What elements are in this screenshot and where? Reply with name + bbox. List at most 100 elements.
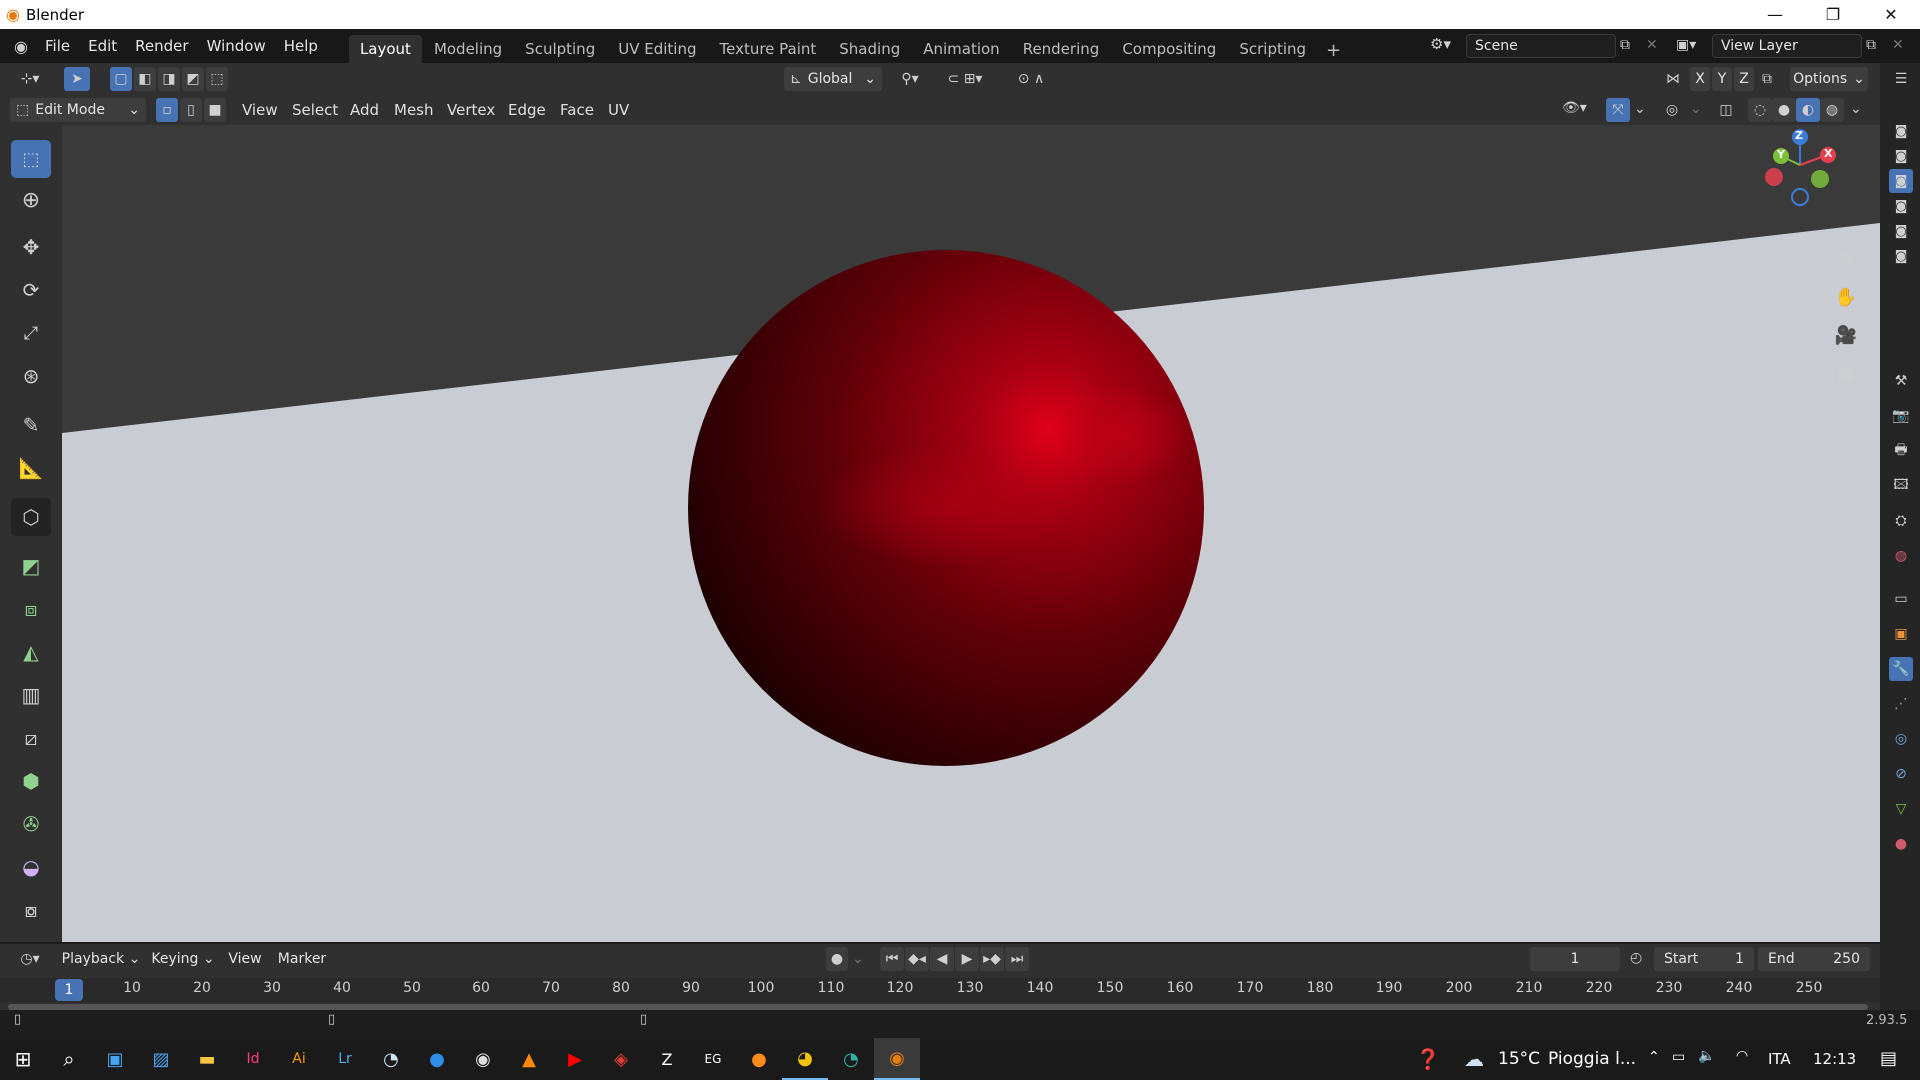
wireframe-shading[interactable]: ◌ <box>1748 98 1772 122</box>
navigation-gizmo[interactable]: Z X Y <box>1750 125 1850 215</box>
zoom-view-button[interactable]: ⊕ <box>1830 243 1862 275</box>
gizmo-toggle[interactable]: ⤧ <box>1606 98 1630 122</box>
prop-tab-render[interactable]: 📷 <box>1889 404 1913 428</box>
keying-menu[interactable]: Keying ⌄ <box>148 947 218 971</box>
minimize-button[interactable]: — <box>1746 0 1804 29</box>
tool-add-cube[interactable]: ⬡ <box>11 498 51 536</box>
taskbar-app-illustrator[interactable]: Ai <box>276 1038 322 1080</box>
tool-transform[interactable]: ⊛ <box>11 357 51 395</box>
tab-texture-paint[interactable]: Texture Paint <box>708 35 827 63</box>
prop-tab-constraints[interactable]: ⊘ <box>1889 762 1913 786</box>
outliner-toggle[interactable]: ☰ <box>1889 67 1913 91</box>
view-layer-field[interactable]: View Layer <box>1712 34 1862 58</box>
select-mode-intersect[interactable]: ⬚ <box>206 67 228 91</box>
play-button[interactable]: ▶ <box>955 947 979 971</box>
marker-menu[interactable]: Marker <box>274 947 330 971</box>
visibility-eye-icon[interactable]: 👁▾ <box>1562 100 1587 116</box>
perspective-toggle-button[interactable]: ▦ <box>1830 357 1862 389</box>
tool-measure[interactable]: 📐 <box>11 449 51 487</box>
start-frame-field[interactable]: Start 1 <box>1654 947 1754 971</box>
tool-poly-build[interactable]: ⬢ <box>11 762 51 800</box>
delete-view-layer-icon[interactable]: ✕ <box>1892 37 1904 53</box>
viewport-menu-select[interactable]: Select <box>292 98 338 122</box>
prev-keyframe-button[interactable]: ◆◂ <box>905 947 929 971</box>
mirror-y-toggle[interactable]: Y <box>1712 67 1732 91</box>
taskbar-app-epic[interactable]: EG <box>690 1038 736 1080</box>
rendered-shading[interactable]: ◍ <box>1820 98 1844 122</box>
select-mode-subtract[interactable]: ◨ <box>158 67 180 91</box>
menu-edit[interactable]: Edit <box>79 37 126 55</box>
select-tool-button[interactable]: ➤ <box>64 67 90 91</box>
menu-file[interactable]: File <box>36 37 79 55</box>
viewport-menu-uv[interactable]: UV <box>608 98 629 122</box>
mirror-options-icon[interactable]: ⋈ <box>1666 71 1680 87</box>
start-button[interactable]: ⊞ <box>0 1038 46 1080</box>
edge-select-mode[interactable]: ▯ <box>180 98 202 122</box>
xray-toggle[interactable]: ◫ <box>1714 98 1738 122</box>
viewport-menu-add[interactable]: Add <box>350 98 379 122</box>
notification-center-icon[interactable]: ▤ <box>1880 1048 1897 1069</box>
transform-orientation-dropdown[interactable]: ⊾ Global ⌄ <box>784 67 882 91</box>
tool-inset[interactable]: ⧈ <box>11 590 51 628</box>
shading-dropdown-icon[interactable]: ⌄ <box>1850 101 1862 117</box>
tool-annotate[interactable]: ✎ <box>11 406 51 444</box>
prop-tab-tool[interactable]: ⚒ <box>1889 369 1913 393</box>
viewport-menu-edge[interactable]: Edge <box>508 98 546 122</box>
add-workspace-icon[interactable]: + <box>1318 38 1349 63</box>
prop-tab-object[interactable]: ▣ <box>1889 622 1913 646</box>
playhead[interactable]: 1 <box>55 979 83 1001</box>
prop-tab-output[interactable]: 🖶 <box>1889 439 1913 463</box>
end-frame-field[interactable]: End 250 <box>1758 947 1870 971</box>
jump-start-button[interactable]: ⏮ <box>880 947 904 971</box>
search-button[interactable]: ⌕ <box>46 1038 92 1080</box>
tab-sculpting[interactable]: Sculpting <box>514 35 606 63</box>
next-keyframe-button[interactable]: ▸◆ <box>980 947 1004 971</box>
battery-icon[interactable]: ▭ <box>1672 1049 1685 1065</box>
prop-tab-modifiers[interactable]: 🔧 <box>1889 657 1913 681</box>
proportional-editing-controls[interactable]: ⊙ ∧ <box>1004 67 1058 91</box>
close-button[interactable]: ✕ <box>1862 0 1920 29</box>
prop-tab-view-layer[interactable]: 🖾 <box>1889 474 1913 498</box>
overlays-dropdown-icon[interactable]: ⌄ <box>1690 101 1702 117</box>
taskbar-app-youtube[interactable]: ▶ <box>552 1038 598 1080</box>
play-reverse-button[interactable]: ◀ <box>930 947 954 971</box>
editor-type-selector[interactable]: ⊹▾ <box>10 67 50 91</box>
auto-keying-dropdown-icon[interactable]: ⌄ <box>852 951 864 967</box>
viewport-menu-view[interactable]: View <box>242 98 278 122</box>
select-mode-extend[interactable]: ◧ <box>134 67 156 91</box>
new-view-layer-icon[interactable]: ⧉ <box>1866 37 1876 53</box>
tab-animation[interactable]: Animation <box>912 35 1010 63</box>
scene-name-field[interactable]: Scene <box>1466 34 1616 58</box>
taskbar-app-zbrush[interactable]: Z <box>644 1038 690 1080</box>
viewport-menu-vertex[interactable]: Vertex <box>447 98 495 122</box>
gizmo-dropdown-icon[interactable]: ⌄ <box>1634 101 1646 117</box>
collection-camera-3[interactable]: ◙ <box>1889 169 1913 193</box>
tab-scripting[interactable]: Scripting <box>1228 35 1317 63</box>
tool-move[interactable]: ✥ <box>11 228 51 266</box>
taskbar-app-indesign[interactable]: Id <box>230 1038 276 1080</box>
taskbar-app-steam[interactable]: ◔ <box>368 1038 414 1080</box>
volume-icon[interactable]: 🔈 <box>1698 1048 1715 1064</box>
collection-camera-4[interactable]: ◙ <box>1889 194 1913 218</box>
prop-tab-data[interactable]: ▽ <box>1889 797 1913 821</box>
timeline-editor-type[interactable]: ◷▾ <box>10 947 50 971</box>
playback-menu[interactable]: Playback ⌄ <box>58 947 144 971</box>
taskbar-app-obs[interactable]: ◉ <box>460 1038 506 1080</box>
taskbar-app-orange[interactable]: ● <box>736 1038 782 1080</box>
wifi-icon[interactable]: ◠ <box>1736 1048 1748 1064</box>
tab-compositing[interactable]: Compositing <box>1111 35 1227 63</box>
taskbar-app-chrome[interactable]: ◕ <box>782 1038 828 1080</box>
gizmo-x-label[interactable]: X <box>1824 147 1832 160</box>
snapping-controls[interactable]: ⊂ ⊞▾ <box>934 67 996 91</box>
delete-scene-icon[interactable]: ✕ <box>1646 37 1658 53</box>
weather-temperature[interactable]: 15°C <box>1498 1049 1540 1069</box>
tool-smooth[interactable]: ◒ <box>11 848 51 886</box>
auto-keying-toggle[interactable]: ● <box>826 947 848 971</box>
tool-bevel[interactable]: ◭ <box>11 633 51 671</box>
mirror-z-toggle[interactable]: Z <box>1734 67 1754 91</box>
menu-help[interactable]: Help <box>275 37 327 55</box>
viewport-menu-mesh[interactable]: Mesh <box>394 98 434 122</box>
taskbar-app-photos[interactable]: ▨ <box>138 1038 184 1080</box>
collection-camera-6[interactable]: ◙ <box>1889 244 1913 268</box>
prop-tab-material[interactable]: ● <box>1889 832 1913 856</box>
